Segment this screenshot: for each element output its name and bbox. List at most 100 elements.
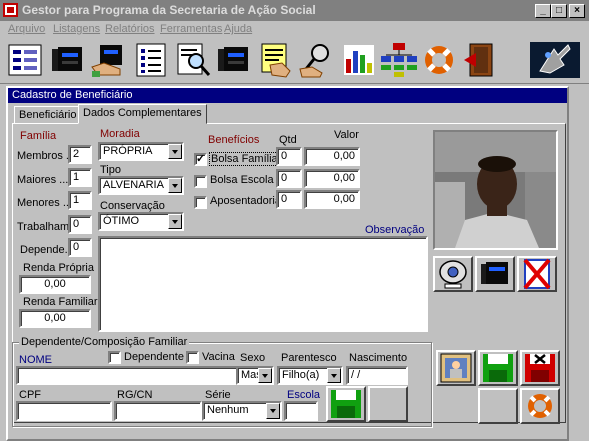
- webcam-icon: [439, 260, 467, 289]
- chevron-down-icon[interactable]: [327, 368, 341, 383]
- bolsa-familia-valor[interactable]: 0,00: [304, 147, 360, 166]
- help-button[interactable]: [520, 388, 560, 424]
- delete-photo-button[interactable]: [517, 256, 557, 292]
- menu-ajuda[interactable]: Ajuda: [224, 23, 252, 35]
- bolsa-escola-qtd[interactable]: 0: [276, 169, 302, 188]
- escola-label: Escola: [287, 389, 321, 401]
- aposentadoria-valor[interactable]: 0,00: [304, 190, 360, 209]
- vacina-checkbox[interactable]: [186, 351, 199, 364]
- form-list-icon[interactable]: [6, 41, 44, 79]
- sexo-label: Sexo: [240, 352, 266, 364]
- maiores-label: Maiores ...:: [17, 174, 72, 186]
- photo-frame-button[interactable]: [436, 350, 476, 386]
- save-photo-button[interactable]: [475, 256, 515, 292]
- lifebuoy-icon[interactable]: [420, 41, 458, 79]
- conservacao-select[interactable]: ÓTIMO: [98, 212, 184, 231]
- nascimento-field[interactable]: / /: [346, 366, 408, 385]
- menu-listagens[interactable]: Listagens: [53, 23, 100, 35]
- chevron-down-icon[interactable]: [168, 178, 182, 193]
- exit-door-icon[interactable]: [462, 41, 500, 79]
- moradia-heading: Moradia: [100, 128, 140, 140]
- dependente-checkbox[interactable]: [108, 351, 121, 364]
- save-button[interactable]: [478, 350, 518, 386]
- serie-select[interactable]: Nenhum: [202, 401, 282, 421]
- person-picture-icon: [440, 353, 472, 383]
- disk-drive-2-icon[interactable]: [214, 41, 252, 79]
- depende-field[interactable]: 0: [68, 238, 92, 257]
- escola-field[interactable]: [284, 401, 318, 421]
- search-document-icon[interactable]: [174, 41, 212, 79]
- tipo-label: Tipo: [100, 164, 121, 176]
- aposentadoria-label: Aposentadoria: [210, 195, 281, 207]
- renda-familiar-label: Renda Familiar: [23, 296, 98, 308]
- bolsa-familia-qtd[interactable]: 0: [276, 147, 302, 166]
- trabalham-label: Trabalham: [17, 221, 70, 233]
- tipo-value: ALVENARIA: [103, 179, 164, 191]
- app-icon: [3, 3, 18, 17]
- bolsa-escola-checkbox[interactable]: [194, 175, 207, 188]
- menores-field[interactable]: 1: [68, 191, 92, 210]
- nome-field[interactable]: [16, 366, 238, 385]
- observacao-textarea[interactable]: [98, 236, 428, 332]
- membros-field[interactable]: 2: [68, 145, 92, 164]
- disk-drive-icon[interactable]: [48, 41, 86, 79]
- bolsa-familia-checkbox[interactable]: ✓: [194, 153, 207, 166]
- app-title-bar: Gestor para Programa da Secretaria de Aç…: [0, 0, 589, 21]
- moradia-select[interactable]: PRÓPRIA: [98, 142, 184, 161]
- checklist-icon[interactable]: [132, 41, 170, 79]
- disk-hand-icon[interactable]: [90, 41, 128, 79]
- cadastro-window: Cadastro de Beneficiário Beneficiário Da…: [6, 86, 569, 441]
- disabled-button[interactable]: [368, 386, 408, 422]
- tab-dados-complementares[interactable]: Dados Complementares: [78, 104, 207, 124]
- rg-field[interactable]: [114, 401, 202, 421]
- moradia-value: PRÓPRIA: [103, 145, 153, 157]
- renda-propria-field[interactable]: 0,00: [19, 275, 91, 294]
- toolbar: [0, 38, 589, 84]
- delete-record-button[interactable]: [520, 350, 560, 386]
- cpf-label: CPF: [19, 389, 41, 401]
- disk-drive-icon: [481, 262, 508, 284]
- photo-image: [435, 132, 556, 248]
- menu-arquivo[interactable]: Arquivo: [8, 23, 45, 35]
- tipo-select[interactable]: ALVENARIA: [98, 176, 184, 195]
- maiores-field[interactable]: 1: [68, 168, 92, 187]
- renda-familiar-field[interactable]: 0,00: [19, 309, 91, 328]
- save-dependente-button[interactable]: [326, 386, 366, 422]
- chevron-down-icon[interactable]: [168, 144, 182, 159]
- aposentadoria-checkbox[interactable]: [194, 196, 207, 209]
- maximize-button[interactable]: □: [551, 4, 567, 18]
- notepad-hand-icon[interactable]: [256, 41, 294, 79]
- dependente-heading: Dependente/Composição Familiar: [19, 336, 190, 348]
- minimize-button[interactable]: _: [535, 4, 551, 18]
- red-disk-x-icon: [525, 354, 555, 382]
- aposentadoria-qtd[interactable]: 0: [276, 190, 302, 209]
- bar-chart-icon[interactable]: [340, 41, 378, 79]
- sexo-select[interactable]: Mas: [236, 366, 274, 385]
- trabalham-field[interactable]: 0: [68, 215, 92, 234]
- membros-label: Membros .:: [17, 150, 73, 162]
- magnifier-hand-icon[interactable]: [298, 41, 336, 79]
- bolsa-escola-valor[interactable]: 0,00: [304, 169, 360, 188]
- cadastro-title-bar: Cadastro de Beneficiário: [8, 88, 567, 103]
- chevron-down-icon[interactable]: [168, 214, 182, 229]
- close-button[interactable]: ×: [569, 4, 585, 18]
- green-disk-icon: [331, 390, 361, 418]
- cadastro-title: Cadastro de Beneficiário: [12, 89, 133, 101]
- chevron-down-icon[interactable]: [266, 403, 280, 419]
- bolsa-escola-label: Bolsa Escola: [210, 174, 274, 186]
- green-disk-icon: [483, 354, 513, 382]
- valor-label: Valor: [334, 129, 359, 141]
- menu-relatorios[interactable]: Relatórios: [105, 23, 155, 35]
- renda-propria-label: Renda Própria: [23, 262, 94, 274]
- nome-label: NOME: [19, 354, 52, 366]
- menu-ferramentas[interactable]: Ferramentas: [160, 23, 222, 35]
- webcam-button[interactable]: [433, 256, 473, 292]
- org-chart-icon[interactable]: [380, 41, 418, 79]
- qtd-label: Qtd: [279, 134, 297, 146]
- tab-beneficiario[interactable]: Beneficiário: [14, 106, 82, 124]
- serie-value: Nenhum: [207, 404, 249, 416]
- cpf-field[interactable]: [16, 401, 112, 421]
- blank-button[interactable]: [478, 388, 518, 424]
- parentesco-select[interactable]: Filho(a): [277, 366, 343, 385]
- chevron-down-icon[interactable]: [258, 368, 272, 383]
